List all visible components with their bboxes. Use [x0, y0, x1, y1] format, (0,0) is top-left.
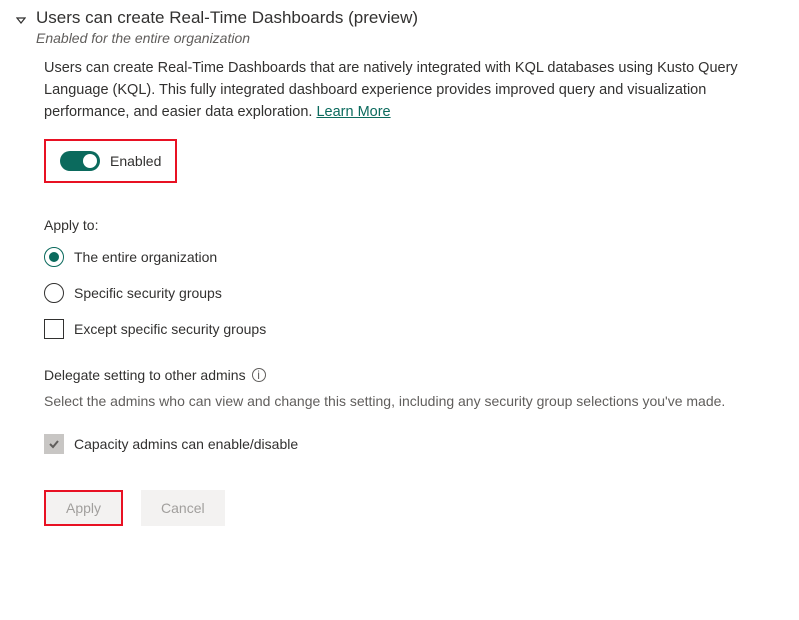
checkbox-icon [44, 319, 64, 339]
enabled-toggle[interactable] [60, 151, 100, 171]
button-row: Apply Cancel [44, 490, 783, 526]
radio-icon [44, 283, 64, 303]
radio-label: The entire organization [74, 249, 217, 265]
capacity-admins-row[interactable]: Capacity admins can enable/disable [44, 434, 783, 454]
setting-subtitle: Enabled for the entire organization [36, 30, 783, 46]
setting-title: Users can create Real-Time Dashboards (p… [36, 8, 783, 28]
learn-more-link[interactable]: Learn More [316, 104, 390, 120]
apply-to-radio-group: The entire organization Specific securit… [44, 247, 783, 339]
except-label: Except specific security groups [74, 321, 266, 337]
setting-header: Users can create Real-Time Dashboards (p… [16, 8, 783, 46]
description-text: Users can create Real-Time Dashboards th… [44, 60, 738, 120]
enabled-toggle-container: Enabled [44, 139, 177, 183]
capacity-label: Capacity admins can enable/disable [74, 436, 298, 452]
apply-to-label: Apply to: [44, 217, 783, 233]
delegate-label-row: Delegate setting to other admins i [44, 367, 783, 383]
radio-specific-groups[interactable]: Specific security groups [44, 283, 783, 303]
cancel-button[interactable]: Cancel [141, 490, 225, 526]
checkbox-disabled-icon [44, 434, 64, 454]
setting-description: Users can create Real-Time Dashboards th… [44, 58, 783, 123]
apply-button[interactable]: Apply [44, 490, 123, 526]
enabled-toggle-label: Enabled [110, 153, 161, 169]
except-checkbox-row[interactable]: Except specific security groups [44, 319, 783, 339]
radio-entire-org[interactable]: The entire organization [44, 247, 783, 267]
title-block: Users can create Real-Time Dashboards (p… [36, 8, 783, 46]
collapse-caret-icon[interactable] [16, 12, 26, 28]
radio-label: Specific security groups [74, 285, 222, 301]
setting-body: Users can create Real-Time Dashboards th… [44, 58, 783, 526]
radio-icon [44, 247, 64, 267]
delegate-label-text: Delegate setting to other admins [44, 367, 246, 383]
delegate-description: Select the admins who can view and chang… [44, 391, 783, 412]
info-icon[interactable]: i [252, 368, 266, 382]
